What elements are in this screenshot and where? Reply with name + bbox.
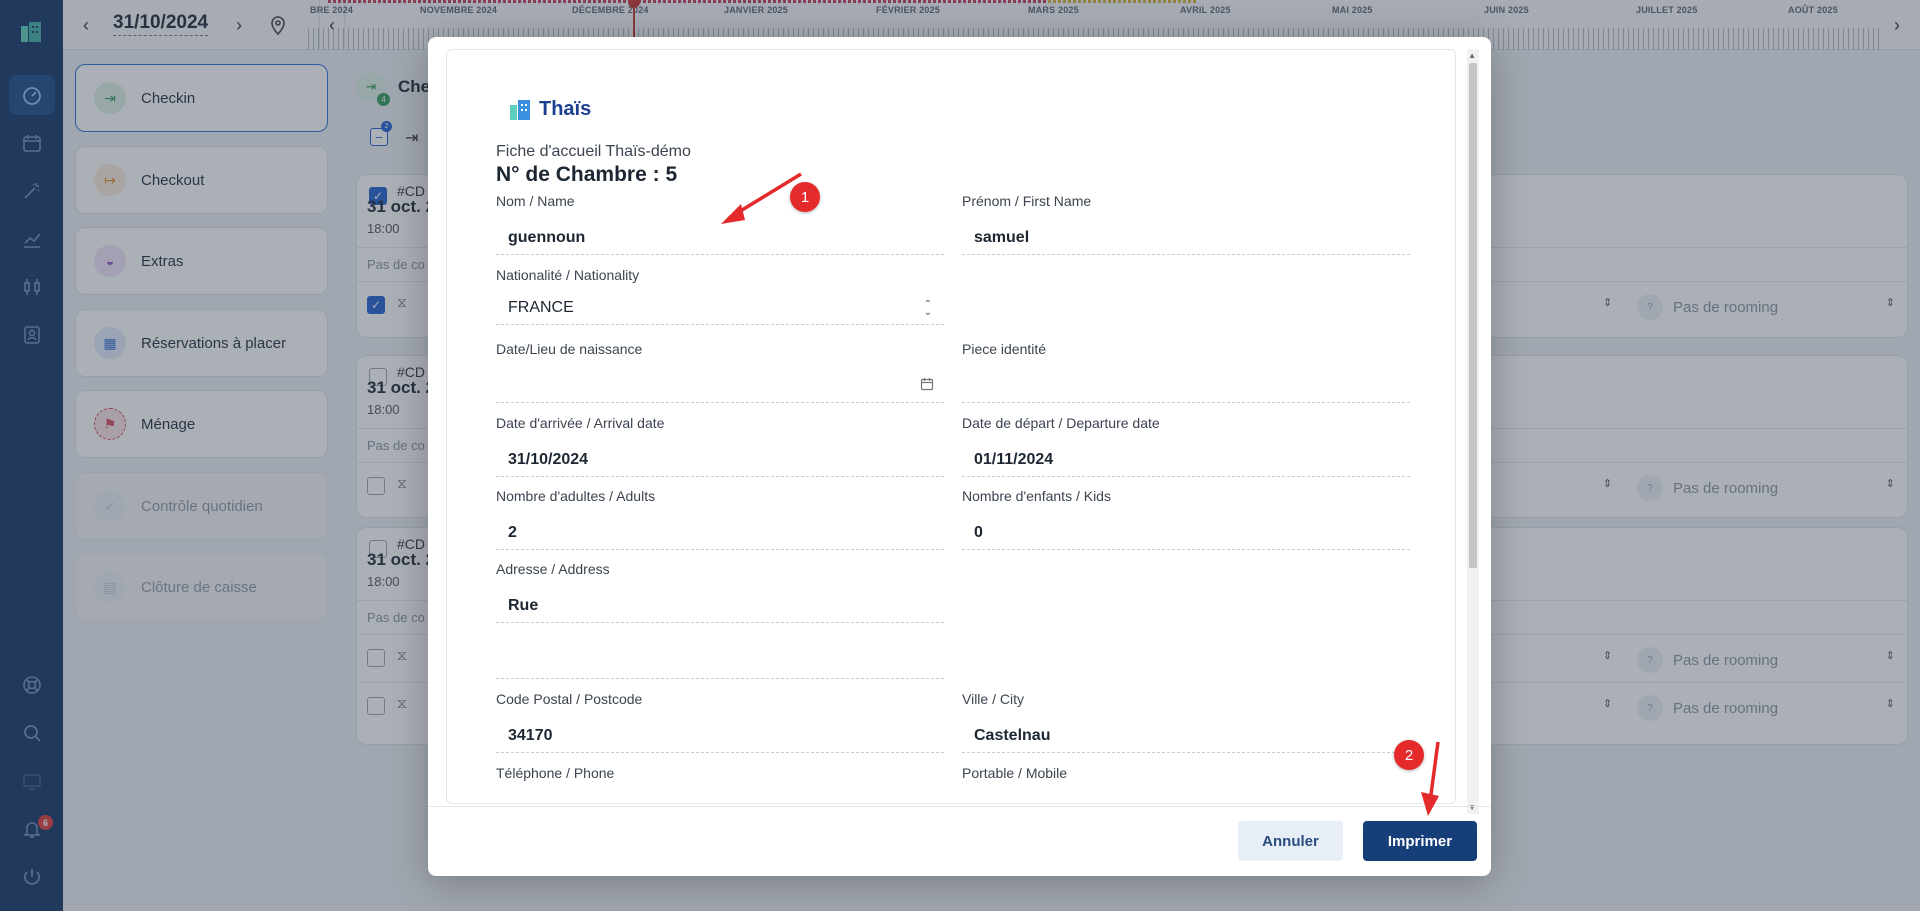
phone-input[interactable] <box>496 795 944 803</box>
field-label: Portable / Mobile <box>962 765 1068 781</box>
thais-logo-icon <box>510 100 530 120</box>
room-number: 5 <box>665 163 678 186</box>
field-portable: Portable / Mobile <box>962 765 1410 803</box>
field-label: Date d'arrivée / Arrival date <box>496 415 665 431</box>
modal-footer: Annuler Imprimer <box>428 806 1491 876</box>
field-nationalite: Nationalité / Nationality FRANCE ⌃ ⌄ <box>496 267 944 325</box>
cancel-button[interactable]: Annuler <box>1238 821 1343 861</box>
field-label: Nombre d'adultes / Adults <box>496 488 656 504</box>
annotation-badge-2: 2 <box>1394 740 1424 770</box>
postcode-input[interactable]: 34170 <box>496 721 944 753</box>
field-label: Date/Lieu de naissance <box>496 341 643 357</box>
field-ville: Ville / City Castelnau <box>962 691 1410 753</box>
field-adresse: Adresse / Address Rue <box>496 561 944 679</box>
scrollbar-thumb[interactable] <box>1469 63 1477 568</box>
print-button[interactable]: Imprimer <box>1363 821 1477 861</box>
form-sheet: Thaïs Fiche d'accueil Thaïs-démo N° de C… <box>446 49 1456 804</box>
brand-name: Thaïs <box>539 97 592 120</box>
select-arrows-icon: ⌃ ⌄ <box>923 299 932 318</box>
prenom-input[interactable]: samuel <box>962 223 1410 255</box>
kids-input[interactable]: 0 <box>962 518 1410 550</box>
form-title: Fiche d'accueil Thaïs-démo <box>496 143 691 160</box>
field-label: Téléphone / Phone <box>496 765 615 781</box>
room-number-heading: N° de Chambre : 5 <box>496 163 677 187</box>
address-line-2-input[interactable] <box>496 623 944 679</box>
brand: Thaïs <box>509 97 591 121</box>
field-label: Prénom / First Name <box>962 193 1092 209</box>
field-code-postal: Code Postal / Postcode 34170 <box>496 691 944 753</box>
departure-date-input[interactable]: 01/11/2024 <box>962 445 1410 477</box>
field-label: Adresse / Address <box>496 561 610 577</box>
field-label: Piece identité <box>962 341 1047 357</box>
field-label: Ville / City <box>962 691 1024 707</box>
arrival-date-input[interactable]: 31/10/2024 <box>496 445 944 477</box>
field-label: Date de départ / Departure date <box>962 415 1160 431</box>
address-input[interactable]: Rue <box>496 591 944 623</box>
nationality-value: FRANCE <box>508 299 574 316</box>
scroll-up-arrow-icon[interactable]: ▲ <box>1468 51 1476 60</box>
birth-date-input[interactable] <box>496 371 944 403</box>
field-prenom: Prénom / First Name samuel <box>962 193 1410 255</box>
field-label: Nationalité / Nationality <box>496 267 640 283</box>
field-label: Nombre d'enfants / Kids <box>962 488 1111 504</box>
calendar-icon[interactable] <box>920 377 934 391</box>
modal-scrollbar[interactable]: ▲ ▼ <box>1467 49 1479 814</box>
nationality-select[interactable]: FRANCE ⌃ ⌄ <box>496 293 944 325</box>
field-adultes: Nombre d'adultes / Adults 2 <box>496 488 944 550</box>
id-document-input[interactable] <box>962 371 1410 403</box>
field-enfants: Nombre d'enfants / Kids 0 <box>962 488 1410 550</box>
room-label: N° de Chambre : <box>496 163 660 186</box>
adults-input[interactable]: 2 <box>496 518 944 550</box>
field-piece-identite: Piece identité <box>962 341 1410 403</box>
field-depart: Date de départ / Departure date 01/11/20… <box>962 415 1410 477</box>
city-input[interactable]: Castelnau <box>962 721 1410 753</box>
mobile-input[interactable] <box>962 795 1410 803</box>
field-telephone: Téléphone / Phone <box>496 765 944 803</box>
annotation-badge-1: 1 <box>790 182 820 212</box>
field-label: Code Postal / Postcode <box>496 691 643 707</box>
checkin-form-modal: Thaïs Fiche d'accueil Thaïs-démo N° de C… <box>428 37 1491 876</box>
field-naissance: Date/Lieu de naissance <box>496 341 944 403</box>
field-arrivee: Date d'arrivée / Arrival date 31/10/2024 <box>496 415 944 477</box>
